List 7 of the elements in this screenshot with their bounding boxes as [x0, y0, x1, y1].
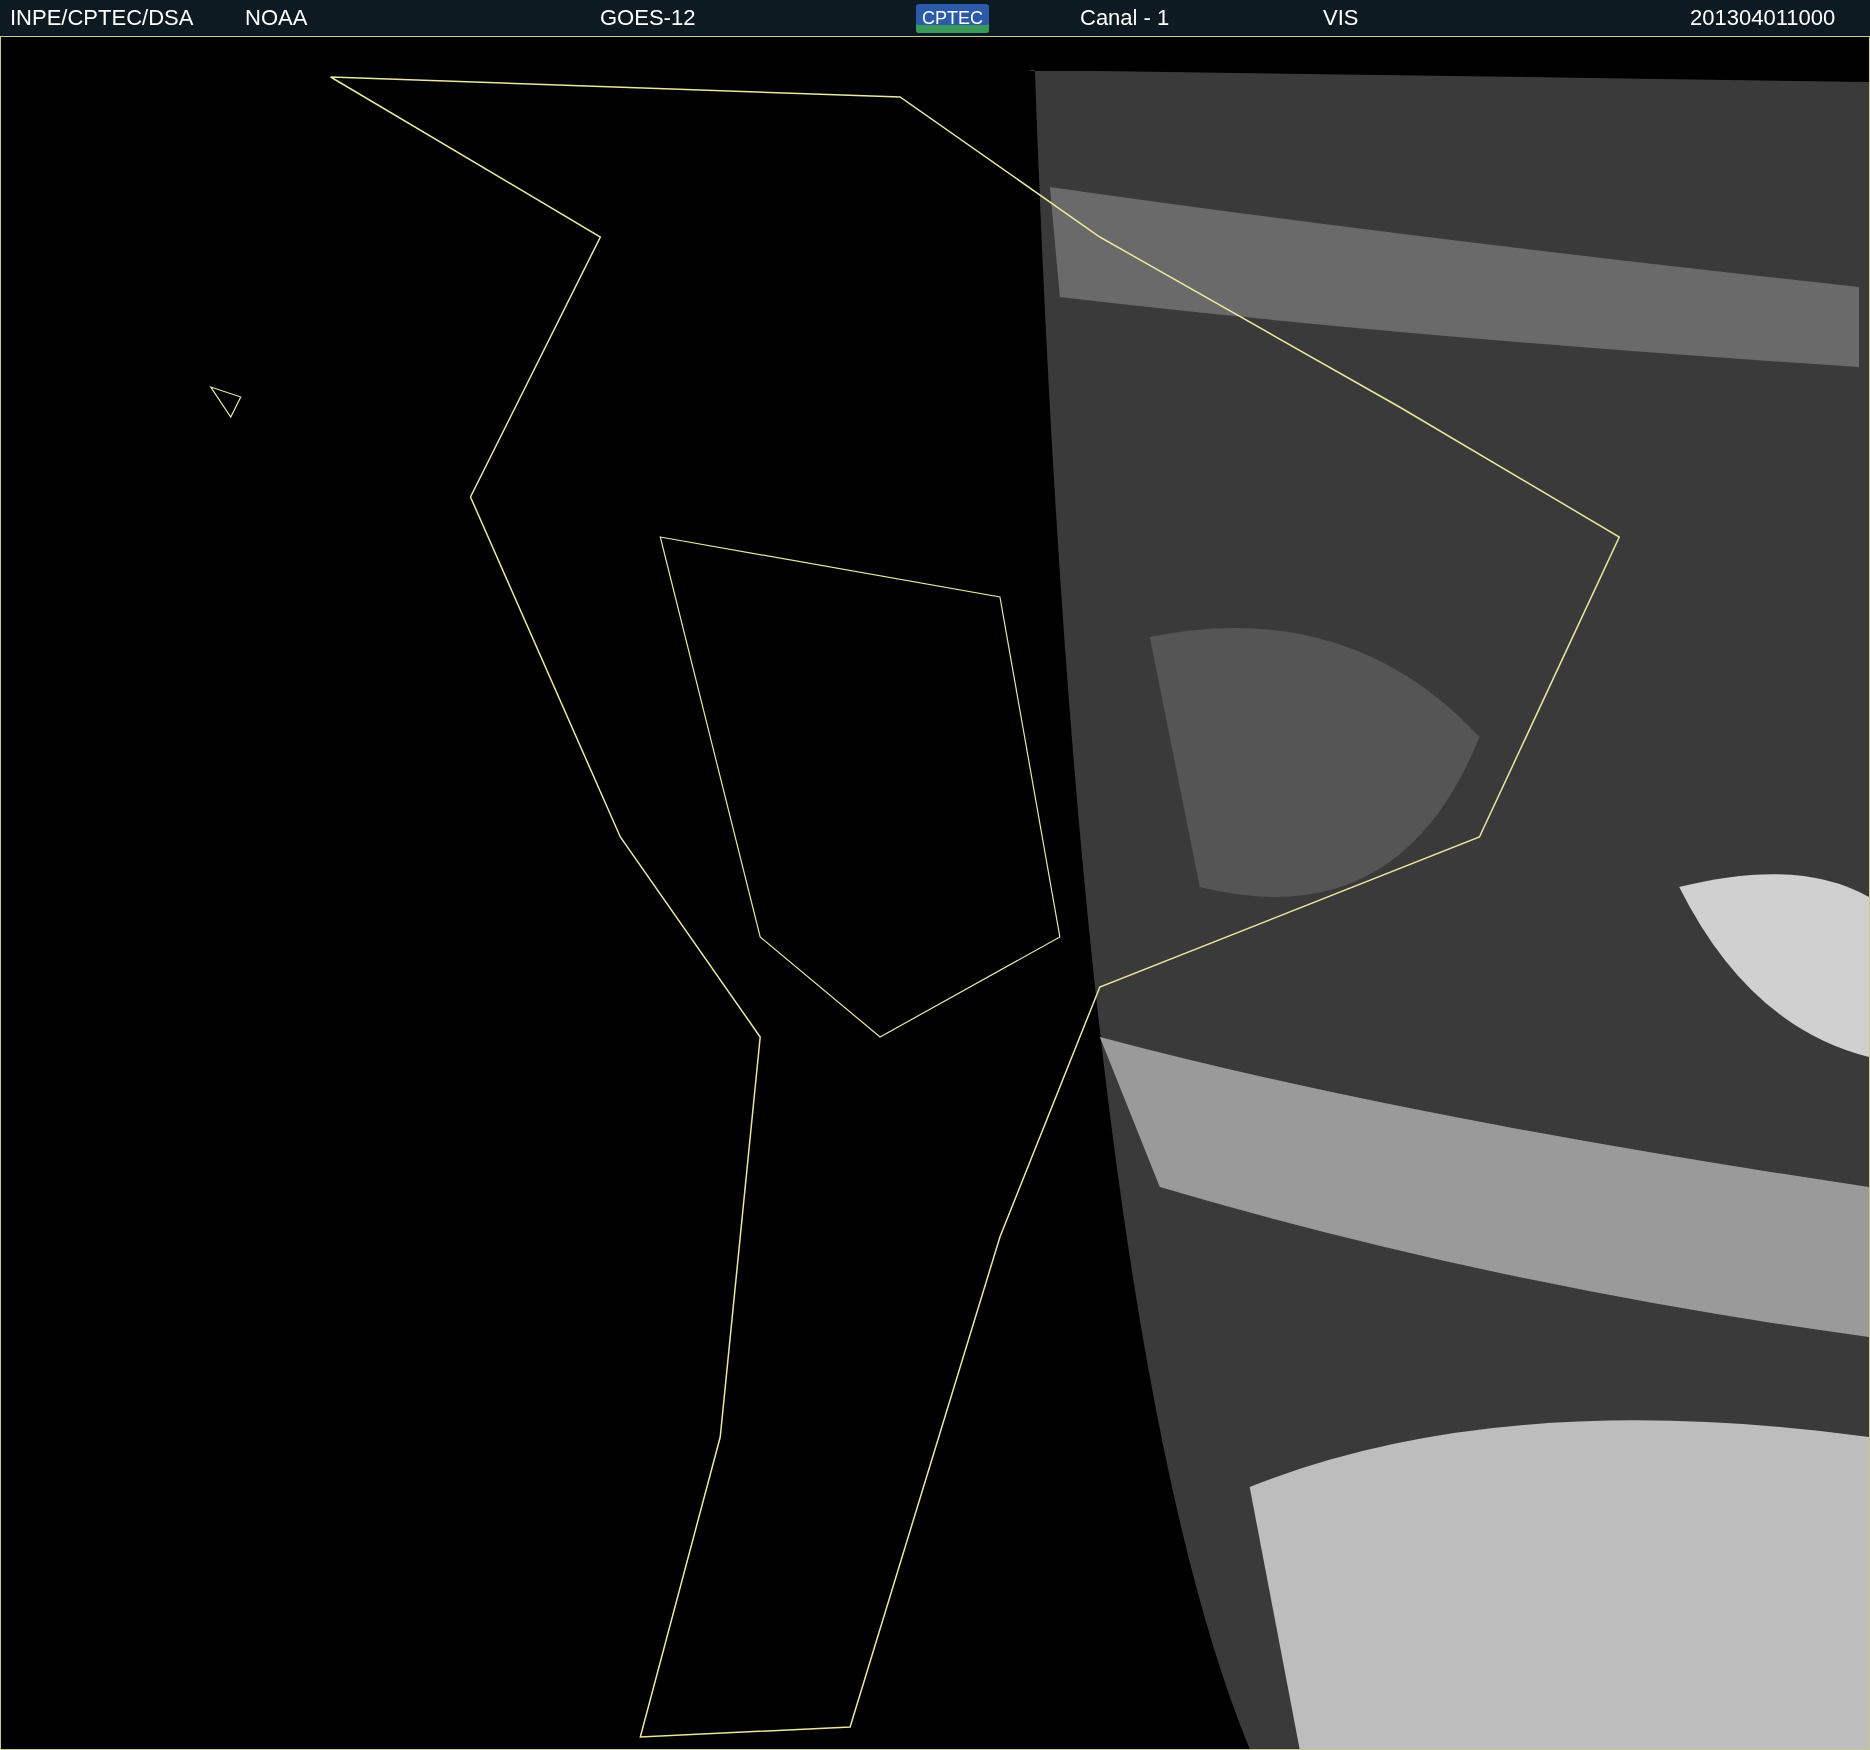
logo: CPTEC: [916, 3, 989, 33]
header-label: NOAA: [245, 5, 308, 31]
header-label: INPE/CPTEC/DSA: [10, 5, 194, 31]
header-label: 201304011000: [1690, 5, 1836, 31]
header-label: Canal - 1: [1080, 5, 1170, 31]
header-label: GOES-12: [600, 5, 696, 31]
header-label: VIS: [1323, 5, 1359, 31]
